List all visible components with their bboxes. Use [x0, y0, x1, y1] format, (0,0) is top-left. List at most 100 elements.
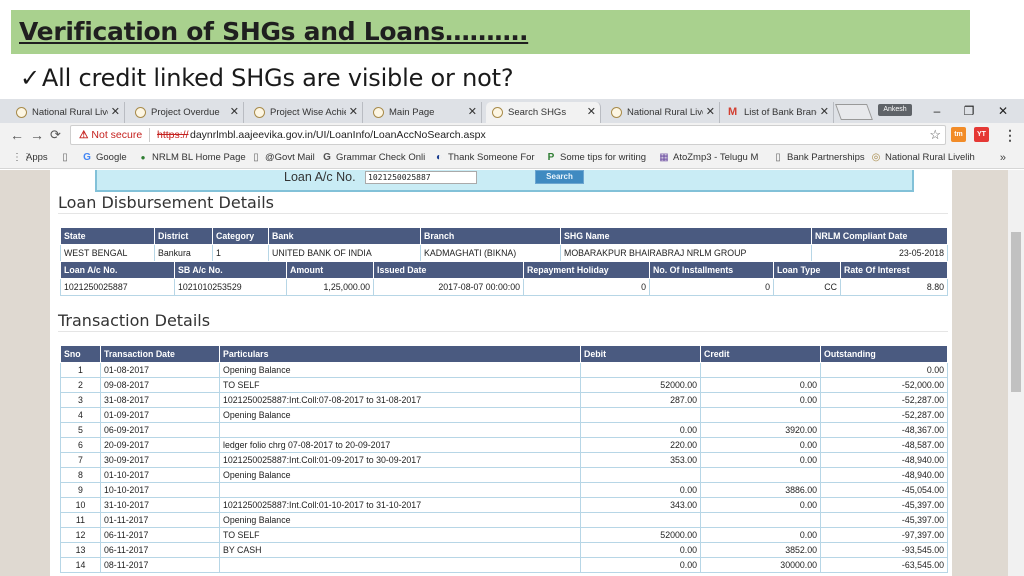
- bookmark-label: Google: [96, 152, 127, 163]
- bookmark-label: Grammar Check Onli: [336, 152, 426, 163]
- tab-close-icon[interactable]: ✕: [468, 102, 477, 123]
- google-icon: G: [83, 152, 91, 163]
- security-indicator[interactable]: ⚠ Not secure: [79, 126, 142, 144]
- maximize-button[interactable]: ❐: [954, 101, 984, 121]
- minimize-button[interactable]: –: [922, 101, 952, 121]
- table-cell: 3852.00: [700, 542, 821, 558]
- table-cell: 1021250025887:Int.Coll:07-08-2017 to 31-…: [219, 392, 581, 408]
- table-cell: 1: [212, 244, 269, 262]
- search-button[interactable]: Search: [535, 170, 584, 184]
- column-header: SB A/c No.: [174, 261, 287, 279]
- table-cell: 2017-08-07 00:00:00: [373, 278, 524, 296]
- table-cell: 9: [60, 482, 101, 498]
- table-cell: 1021250025887:Int.Coll:01-10-2017 to 31-…: [219, 497, 581, 513]
- table-cell: 52000.00: [580, 527, 701, 543]
- extension-yt-icon[interactable]: YT: [974, 127, 989, 142]
- bookmark-bank-partnerships[interactable]: ▯ Bank Partnerships: [773, 147, 865, 169]
- tab-main-page[interactable]: Main Page ✕: [367, 102, 482, 123]
- table-header-row: State District Category Bank Branch SHG Name N…: [60, 227, 948, 245]
- browser-menu-icon[interactable]: ⋮: [1003, 126, 1017, 144]
- table-cell: 01-10-2017: [100, 467, 220, 483]
- tab-label: List of Bank Branch: [744, 107, 817, 118]
- column-header: State: [60, 227, 155, 245]
- bookmark-govt-mail[interactable]: ▯ @Govt Mail: [251, 147, 317, 169]
- section-divider: [58, 331, 948, 332]
- tab-project-overdue[interactable]: Project Overdue ✕: [129, 102, 244, 123]
- extension-tm-icon[interactable]: tm: [951, 127, 966, 142]
- bookmark-star-icon[interactable]: ☆: [929, 126, 941, 144]
- table-cell: 1021250025887: [60, 278, 175, 296]
- tab-close-icon[interactable]: ✕: [587, 102, 596, 123]
- loan-acc-input[interactable]: 1021250025887: [365, 171, 477, 184]
- bookmark-tips-writing[interactable]: P Some tips for writing: [546, 147, 650, 169]
- bookmark-label: National Rural Livelih: [885, 152, 975, 163]
- tab-national-rural-live-1[interactable]: National Rural Live ✕: [10, 102, 125, 123]
- table-cell: -48,587.00: [820, 437, 948, 453]
- tab-close-icon[interactable]: ✕: [820, 102, 829, 123]
- table-cell: 0.00: [700, 527, 821, 543]
- table-cell: Opening Balance: [219, 512, 581, 528]
- table-cell: ledger folio chrg 07-08-2017 to 20-09-20…: [219, 437, 581, 453]
- tab-label: Main Page: [389, 107, 435, 118]
- bookmark-nrlm-bl-home[interactable]: ● NRLM BL Home Page: [138, 147, 246, 169]
- table-row: 8 01-10-2017 Opening Balance -48,940.00: [60, 467, 948, 483]
- table-cell: TO SELF: [219, 527, 581, 543]
- nrlm-icon: ●: [140, 153, 146, 162]
- tab-national-rural-live-2[interactable]: National Rural Live ✕: [605, 102, 720, 123]
- back-arrow-icon[interactable]: ←: [10, 126, 24, 144]
- tab-search-shgs[interactable]: Search SHGs ✕: [486, 102, 601, 123]
- table-cell: [219, 422, 581, 438]
- table-cell: 7: [60, 452, 101, 468]
- new-tab-button[interactable]: [835, 104, 873, 120]
- table-cell: 0.00: [700, 452, 821, 468]
- table-row: WEST BENGAL Bankura 1 UNITED BANK OF INDIA K…: [60, 244, 948, 262]
- table-cell: 5: [60, 422, 101, 438]
- bookmark-google[interactable]: G Google: [82, 147, 132, 169]
- tab-project-wise-achie[interactable]: Project Wise Achie ✕: [248, 102, 363, 123]
- tab-close-icon[interactable]: ✕: [230, 102, 239, 123]
- table-cell: TO SELF: [219, 377, 581, 393]
- table-cell: 23-05-2018: [811, 244, 948, 262]
- address-bar[interactable]: ⚠ Not secure https:// daynrlmbl.aajeevika…: [70, 125, 946, 145]
- scrollbar-thumb[interactable]: [1011, 232, 1021, 392]
- table-cell: 3: [60, 392, 101, 408]
- tab-close-icon[interactable]: ✕: [349, 102, 358, 123]
- checkmark-icon: ✓: [20, 64, 40, 92]
- table-cell: -48,367.00: [820, 422, 948, 438]
- table-cell: [580, 512, 701, 528]
- table-cell: 12: [60, 527, 101, 543]
- tab-close-icon[interactable]: ✕: [706, 102, 715, 123]
- bookmark-national-rural-livelih[interactable]: ◎ National Rural Livelih: [871, 147, 975, 169]
- bookmark-atozmp3[interactable]: ▦ AtoZmp3 - Telugu M: [659, 147, 763, 169]
- table-cell: 30-09-2017: [100, 452, 220, 468]
- table-cell: -52,000.00: [820, 377, 948, 393]
- table-cell: 31-08-2017: [100, 392, 220, 408]
- table-cell: 1: [60, 362, 101, 378]
- forward-arrow-icon[interactable]: →: [30, 126, 44, 144]
- table-cell: 1021250025887:Int.Coll:01-09-2017 to 30-…: [219, 452, 581, 468]
- bookmark-blank-page[interactable]: ▯: [60, 147, 76, 169]
- profile-button[interactable]: Ankesh: [878, 104, 912, 116]
- table-cell: 1,25,000.00: [286, 278, 374, 296]
- table-row: 14 08-11-2017 0.00 30000.00 -63,545.00: [60, 557, 948, 573]
- more-bookmarks-icon[interactable]: »: [1000, 147, 1006, 169]
- table-cell: 8.80: [840, 278, 948, 296]
- content-panel: Loan A/c No. 1021250025887 Search Loan D…: [50, 170, 952, 576]
- table-header-row: Sno Transaction Date Particulars Debit Credi…: [60, 345, 948, 363]
- bookmark-grammar-check[interactable]: G Grammar Check Onli: [322, 147, 426, 169]
- bookmark-apps[interactable]: ⋮⋮ Apps: [12, 147, 54, 169]
- table-cell: 0.00: [700, 437, 821, 453]
- reload-icon[interactable]: ⟳: [50, 126, 61, 144]
- address-divider: [149, 128, 150, 142]
- tab-list-of-bank-branch[interactable]: M List of Bank Branch✕: [722, 102, 834, 123]
- table-cell: 3920.00: [700, 422, 821, 438]
- table-cell: 0.00: [820, 362, 948, 378]
- page-scrollbar[interactable]: [1008, 170, 1024, 576]
- close-window-button[interactable]: ✕: [988, 101, 1018, 121]
- table-cell: [219, 557, 581, 573]
- tab-close-icon[interactable]: ✕: [111, 102, 120, 123]
- site-favicon-icon: [611, 107, 622, 118]
- table-cell: MOBARAKPUR BHAIRABRAJ NRLM GROUP: [560, 244, 812, 262]
- disbursement-table-2: Loan A/c No. SB A/c No. Amount Issued Date R…: [60, 261, 948, 296]
- bookmark-thank-someone[interactable]: ◐ Thank Someone For: [434, 147, 538, 169]
